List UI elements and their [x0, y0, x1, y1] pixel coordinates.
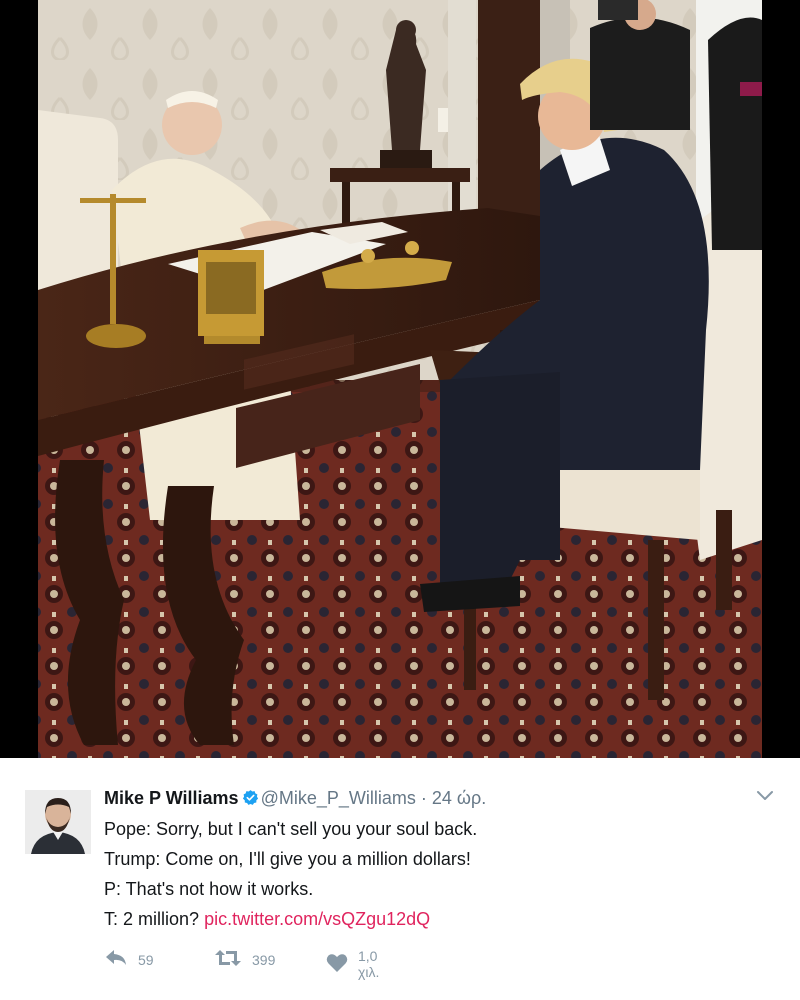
- reply-count: 59: [138, 951, 154, 968]
- retweet-button[interactable]: 399: [214, 948, 275, 971]
- author-handle[interactable]: @Mike_P_Williams: [261, 788, 416, 808]
- tweet-line: P: That's not how it works.: [104, 879, 314, 899]
- author-name[interactable]: Mike P Williams: [104, 788, 239, 808]
- tweet-card: Mike P Williams @Mike_P_Williams · 24 ώρ.…: [0, 758, 800, 1000]
- tweet-line-with-link: T: 2 million? pic.twitter.com/vsQZgu12dQ: [104, 904, 477, 934]
- tweet-line: Trump: Come on, I'll give you a million …: [104, 849, 471, 869]
- chevron-down-icon[interactable]: [755, 789, 775, 803]
- photo-scene: [0, 0, 800, 758]
- reply-button[interactable]: 59: [104, 948, 154, 971]
- retweet-icon: [214, 948, 252, 971]
- verified-badge-icon: [242, 788, 259, 805]
- like-button[interactable]: 1,0 χιλ.: [326, 948, 379, 980]
- tweet-photo[interactable]: [0, 0, 800, 758]
- separator-dot: ·: [420, 788, 427, 808]
- avatar-image: [25, 790, 91, 854]
- tweet-text: Pope: Sorry, but I can't sell you your s…: [104, 814, 477, 934]
- tweet-header: Mike P Williams @Mike_P_Williams · 24 ώρ.: [104, 786, 486, 810]
- media-link[interactable]: pic.twitter.com/vsQZgu12dQ: [204, 909, 430, 929]
- retweet-count: 399: [252, 951, 276, 968]
- reply-icon: [104, 948, 138, 971]
- avatar[interactable]: [25, 790, 91, 854]
- tweet-timestamp[interactable]: 24 ώρ.: [432, 788, 486, 808]
- like-count: 1,0 χιλ.: [358, 948, 380, 980]
- tweet-line: Pope: Sorry, but I can't sell you your s…: [104, 819, 478, 839]
- tweet-line-text: T: 2 million?: [104, 909, 200, 929]
- heart-icon: [326, 953, 358, 976]
